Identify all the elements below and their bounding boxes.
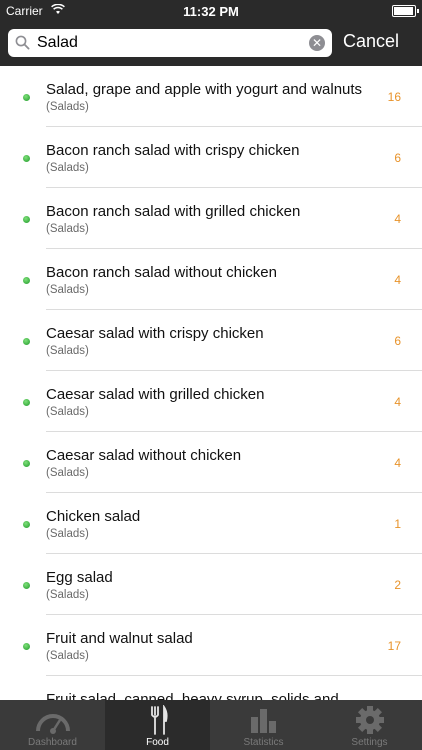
food-category: (Salads) (46, 467, 89, 479)
food-category: (Salads) (46, 650, 89, 662)
food-points: 16 (387, 90, 401, 104)
tab-bar: Dashboard Food Statistics Settings (0, 700, 422, 750)
gear-icon (317, 705, 422, 735)
status-dot-icon (23, 155, 30, 162)
food-points: 17 (387, 639, 401, 653)
food-category: (Salads) (46, 528, 89, 540)
bar-chart-icon (211, 705, 316, 735)
food-name: Bacon ranch salad with crispy chicken (46, 142, 300, 159)
status-dot-icon (23, 338, 30, 345)
food-name: Caesar salad with grilled chicken (46, 386, 265, 403)
food-category: (Salads) (46, 589, 89, 601)
status-dot-icon (23, 216, 30, 223)
search-field[interactable]: ✕ (8, 29, 332, 57)
food-name: Egg salad (46, 569, 113, 586)
food-result-row[interactable]: Caesar salad with crispy chicken (Salads)… (0, 310, 422, 371)
status-dot-icon (23, 277, 30, 284)
tab-food[interactable]: Food (105, 700, 210, 750)
food-points: 4 (394, 395, 401, 409)
tab-label: Statistics (243, 737, 284, 748)
food-name: Salad, grape and apple with yogurt and w… (46, 81, 363, 98)
food-name: Caesar salad with crispy chicken (46, 325, 264, 342)
tab-label: Food (146, 737, 169, 748)
status-bar: Carrier 11:32 PM (0, 0, 422, 22)
food-points: 2 (394, 578, 401, 592)
food-category: (Salads) (46, 345, 89, 357)
food-points: 6 (394, 151, 401, 165)
tab-statistics[interactable]: Statistics (211, 700, 316, 750)
fork-knife-icon (105, 704, 210, 735)
food-result-row[interactable]: Fruit and walnut salad (Salads) 17 (0, 615, 422, 676)
search-header: Carrier 11:32 PM ✕ Cancel (0, 0, 422, 66)
food-points: 6 (394, 334, 401, 348)
gauge-icon (0, 705, 105, 735)
food-result-row[interactable]: Caesar salad without chicken (Salads) 4 (0, 432, 422, 493)
tab-dashboard[interactable]: Dashboard (0, 700, 105, 750)
search-icon (15, 35, 30, 55)
food-name: Chicken salad (46, 508, 141, 525)
food-result-row[interactable]: Egg salad (Salads) 2 (0, 554, 422, 615)
food-result-row[interactable]: Bacon ranch salad with grilled chicken (S… (0, 188, 422, 249)
food-result-row[interactable]: Chicken salad (Salads) 1 (0, 493, 422, 554)
food-category: (Salads) (46, 284, 89, 296)
food-category: (Salads) (46, 406, 89, 418)
battery-icon (392, 5, 419, 17)
status-dot-icon (23, 399, 30, 406)
tab-label: Settings (351, 737, 388, 748)
status-dot-icon (23, 643, 30, 650)
food-result-row[interactable]: Caesar salad with grilled chicken (Salads… (0, 371, 422, 432)
food-result-row[interactable]: Bacon ranch salad with crispy chicken (Sa… (0, 127, 422, 188)
food-result-row[interactable]: Salad, grape and apple with yogurt and w… (0, 66, 422, 127)
food-name: Bacon ranch salad without chicken (46, 264, 277, 281)
food-points: 1 (394, 517, 401, 531)
status-dot-icon (23, 521, 30, 528)
food-result-row[interactable]: Bacon ranch salad without chicken (Salads… (0, 249, 422, 310)
tab-settings[interactable]: Settings (317, 700, 422, 750)
food-result-row[interactable]: Fruit salad, canned, heavy syrup, solids… (0, 676, 422, 700)
status-dot-icon (23, 582, 30, 589)
food-name: Caesar salad without chicken (46, 447, 242, 464)
food-name: Fruit salad, canned, heavy syrup, solids… (46, 691, 339, 700)
food-category: (Salads) (46, 162, 89, 174)
food-points: 4 (394, 273, 401, 287)
food-category: (Salads) (46, 223, 89, 235)
cancel-button[interactable]: Cancel (343, 31, 399, 52)
search-results-list: Salad, grape and apple with yogurt and w… (0, 66, 422, 700)
food-points: 4 (394, 456, 401, 470)
search-input[interactable] (37, 29, 307, 57)
tab-label: Dashboard (28, 737, 77, 748)
food-name: Fruit and walnut salad (46, 630, 193, 647)
food-category: (Salads) (46, 101, 89, 113)
status-dot-icon (23, 460, 30, 467)
food-points: 4 (394, 212, 401, 226)
clear-search-icon[interactable]: ✕ (309, 35, 325, 51)
status-dot-icon (23, 94, 30, 101)
food-name: Bacon ranch salad with grilled chicken (46, 203, 301, 220)
clock: 11:32 PM (183, 4, 239, 19)
